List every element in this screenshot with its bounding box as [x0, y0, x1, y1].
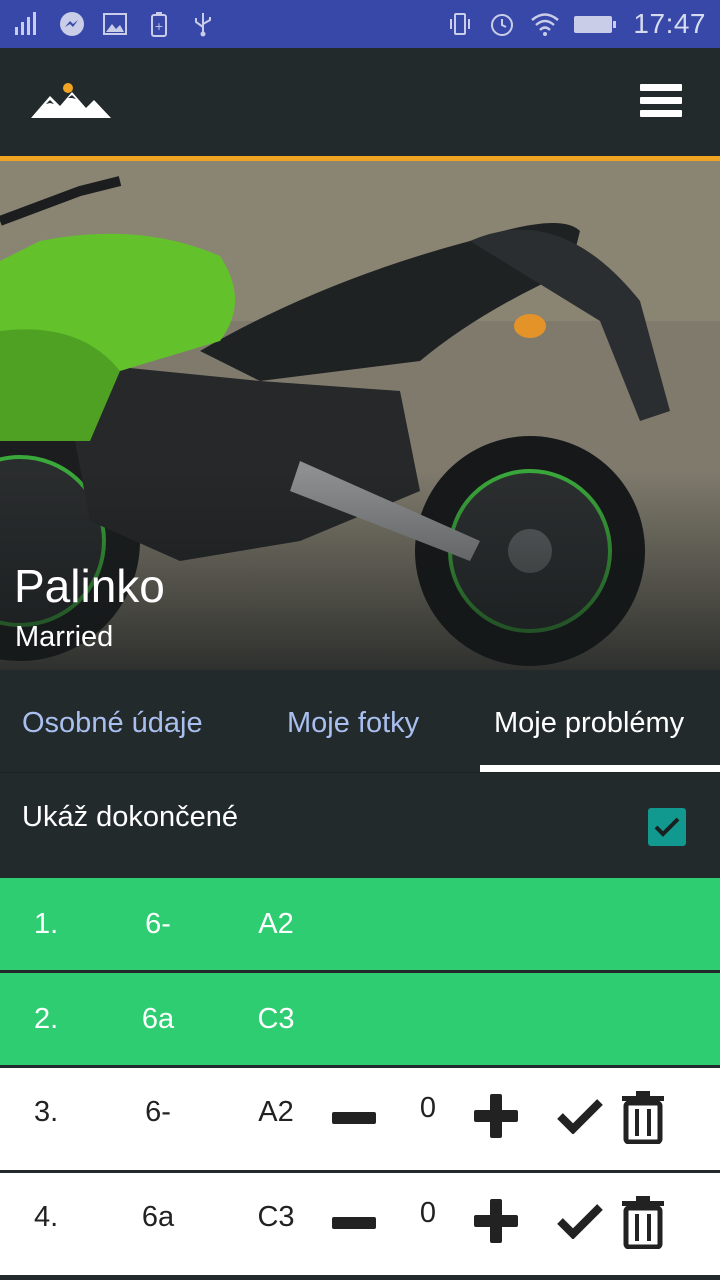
show-completed-label: Ukáž dokončené [22, 801, 239, 833]
menu-bar-middle [640, 97, 682, 104]
profile-cover-photo: Palinko Married [0, 161, 720, 670]
problem-hold: C3 [257, 1201, 295, 1233]
tab-moje-problemy[interactable]: Moje problémy [494, 707, 684, 740]
app-screen: + 17:47 Palinko Married Osobné údaje Moj… [0, 0, 720, 1280]
messenger-icon [58, 11, 84, 37]
show-completed-checkbox[interactable] [648, 808, 686, 846]
checkmark-icon [654, 817, 680, 837]
problem-grade: 6a [141, 1003, 175, 1035]
mountain-logo-icon[interactable] [30, 82, 112, 122]
usb-icon [190, 11, 216, 37]
mark-done-check-icon[interactable] [556, 1098, 604, 1135]
vibrate-icon [447, 11, 473, 37]
increment-attempts-button[interactable] [474, 1199, 518, 1243]
increment-attempts-button[interactable] [474, 1094, 518, 1138]
battery-icon [573, 11, 617, 37]
problem-index: 1. [34, 908, 59, 940]
problem-row-completed[interactable]: 2. 6a C3 [0, 973, 720, 1065]
menu-bar-top [640, 84, 682, 91]
battery-saver-icon: + [146, 11, 172, 37]
attempt-count: 0 [419, 1092, 437, 1124]
status-time: 17:47 [633, 8, 706, 39]
decrement-attempts-button[interactable] [332, 1217, 376, 1229]
problem-row-open: 3. 6- A2 0 [0, 1068, 720, 1170]
signal-icon [14, 11, 40, 37]
wifi-icon [531, 11, 560, 37]
active-tab-indicator [480, 765, 720, 772]
problem-index: 2. [34, 1003, 59, 1035]
problem-hold: C3 [257, 1003, 295, 1035]
problem-row-open: 4. 6a C3 0 [0, 1173, 720, 1275]
status-bar: + 17:47 [0, 0, 720, 48]
problem-list: 1. 6- A2 2. 6a C3 3. 6- A2 0 4. 6a C3 0 [0, 878, 720, 1278]
problem-hold: A2 [258, 1096, 294, 1128]
tab-moje-fotky[interactable]: Moje fotky [287, 707, 419, 740]
menu-bar-bottom [640, 110, 682, 117]
alarm-icon [489, 11, 515, 37]
problem-grade: 6a [141, 1201, 175, 1233]
profile-name: Palinko [14, 560, 165, 612]
app-bar [0, 48, 720, 156]
decrement-attempts-button[interactable] [332, 1112, 376, 1124]
problem-grade: 6- [145, 1096, 171, 1128]
show-completed-filter: Ukáž dokončené [0, 772, 720, 878]
image-icon [102, 11, 128, 37]
svg-text:+: + [154, 20, 163, 33]
status-right-icons: 17:47 [447, 8, 706, 40]
profile-status: Married [15, 621, 114, 653]
tab-osobne-udaje[interactable]: Osobné údaje [22, 707, 203, 740]
problem-index: 3. [34, 1096, 59, 1128]
problem-grade: 6- [145, 908, 171, 940]
hamburger-menu-icon[interactable] [640, 84, 682, 120]
attempt-count: 0 [419, 1197, 437, 1229]
delete-trash-icon[interactable] [620, 1195, 666, 1250]
problem-row-completed[interactable]: 1. 6- A2 [0, 878, 720, 970]
problem-hold: A2 [258, 908, 294, 940]
problem-index: 4. [34, 1201, 59, 1233]
mark-done-check-icon[interactable] [556, 1203, 604, 1240]
profile-tabs: Osobné údaje Moje fotky Moje problémy [0, 670, 720, 772]
delete-trash-icon[interactable] [620, 1090, 666, 1145]
status-left-icons: + [14, 11, 216, 37]
